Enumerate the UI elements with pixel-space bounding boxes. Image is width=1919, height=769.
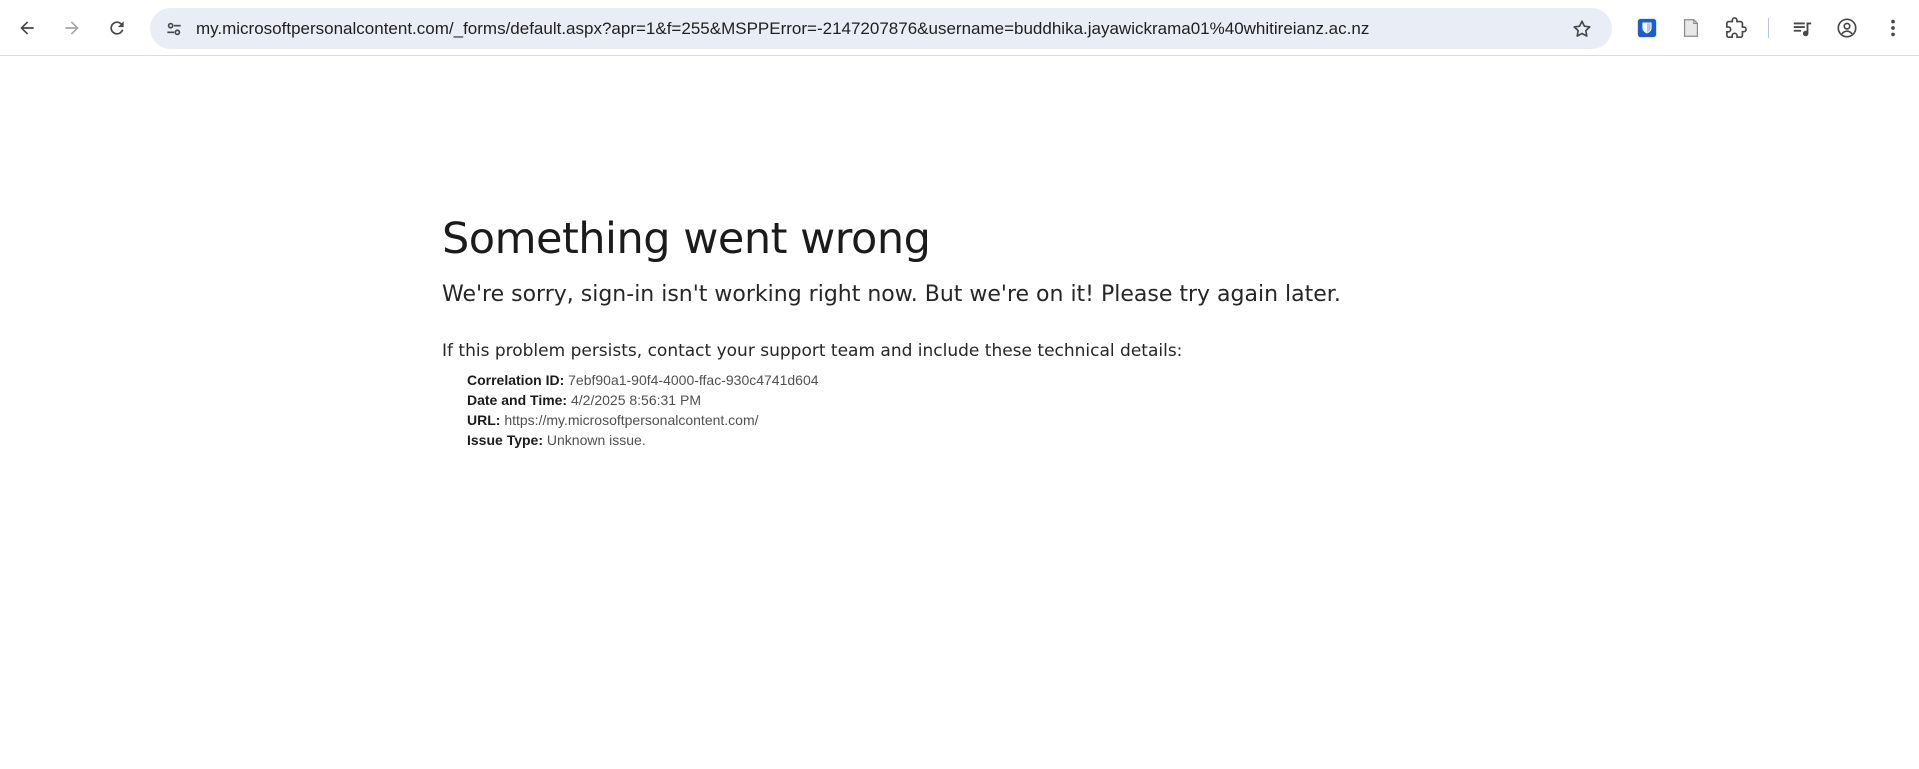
url-text[interactable]: my.microsoftpersonalcontent.com/_forms/d…: [196, 19, 1546, 39]
reload-icon: [110, 21, 124, 35]
browser-menu-button[interactable]: [1875, 10, 1911, 46]
persist-instructions: If this problem persists, contact your s…: [442, 341, 1183, 361]
bookmark-star-button[interactable]: [1566, 13, 1598, 45]
back-button[interactable]: [9, 10, 45, 46]
detail-row-date-time: Date and Time: 4/2/2025 8:56:31 PM: [467, 390, 1542, 410]
detail-label: Correlation ID:: [467, 372, 565, 388]
error-content: Something went wrong We're sorry, sign-i…: [442, 210, 1542, 450]
site-info-button[interactable]: [158, 13, 190, 45]
detail-value: 7ebf90a1-90f4-4000-ffac-930c4741d604: [568, 372, 819, 388]
bitwarden-shield-icon: [1637, 18, 1657, 38]
detail-label: URL:: [467, 412, 501, 428]
error-title: Something went wrong: [442, 214, 931, 264]
tune-icon: [167, 22, 181, 36]
browser-toolbar: my.microsoftpersonalcontent.com/_forms/d…: [0, 0, 1919, 56]
detail-label: Issue Type:: [467, 432, 543, 448]
kebab-menu-icon: [1891, 19, 1895, 37]
document-icon: [1683, 19, 1699, 37]
star-icon: [1573, 20, 1591, 37]
reload-button[interactable]: [99, 10, 135, 46]
detail-row-issue-type: Issue Type: Unknown issue.: [467, 430, 1542, 450]
puzzle-icon: [1726, 17, 1747, 38]
media-queue-button[interactable]: [1784, 10, 1820, 46]
detail-value: https://my.microsoftpersonalcontent.com/: [504, 412, 759, 428]
toolbar-separator: [1768, 18, 1769, 38]
detail-label: Date and Time:: [467, 392, 568, 408]
media-queue-icon: [1793, 22, 1812, 37]
account-circle-icon: [1837, 18, 1857, 38]
profile-button[interactable]: [1829, 10, 1865, 46]
detail-row-correlation-id: Correlation ID: 7ebf90a1-90f4-4000-ffac-…: [467, 370, 1542, 390]
back-arrow-icon: [20, 21, 34, 35]
address-bar[interactable]: my.microsoftpersonalcontent.com/_forms/d…: [150, 8, 1612, 49]
forward-arrow-icon: [65, 21, 79, 35]
technical-details: Correlation ID: 7ebf90a1-90f4-4000-ffac-…: [467, 370, 1542, 450]
forward-button[interactable]: [54, 10, 90, 46]
extension-bitwarden-button[interactable]: [1629, 10, 1665, 46]
detail-row-url: URL: https://my.microsoftpersonalcontent…: [467, 410, 1542, 430]
detail-value: Unknown issue.: [546, 432, 646, 448]
extensions-button[interactable]: [1718, 10, 1754, 46]
detail-value: 4/2/2025 8:56:31 PM: [571, 392, 701, 408]
error-message: We're sorry, sign-in isn't working right…: [442, 282, 1341, 307]
extension-document-button[interactable]: [1673, 10, 1709, 46]
